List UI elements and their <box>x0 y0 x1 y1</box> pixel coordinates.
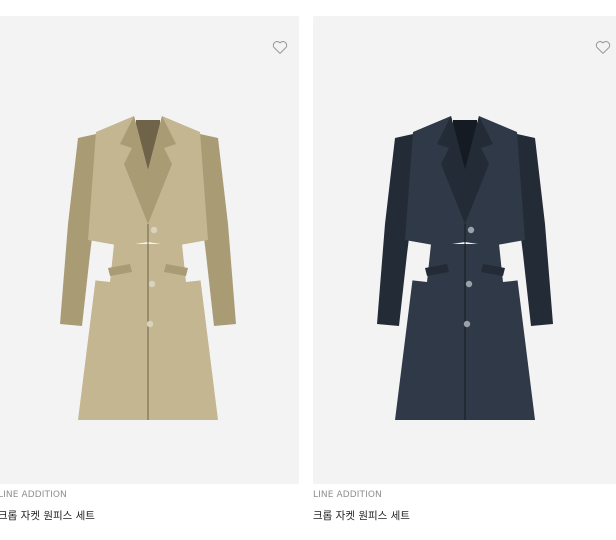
product-image[interactable] <box>0 16 299 484</box>
dress-image <box>56 104 240 424</box>
product-name[interactable]: 크롭 자켓 원피스 세트 <box>0 508 95 523</box>
product-name[interactable]: 크롭 자켓 원피스 세트 <box>313 508 410 523</box>
product-image[interactable] <box>313 16 616 484</box>
product-brand: LINE ADDITION <box>0 490 67 500</box>
dress-image <box>373 104 557 424</box>
product-brand: LINE ADDITION <box>313 490 382 500</box>
heart-outline-icon[interactable] <box>594 38 612 56</box>
heart-outline-icon[interactable] <box>271 38 289 56</box>
